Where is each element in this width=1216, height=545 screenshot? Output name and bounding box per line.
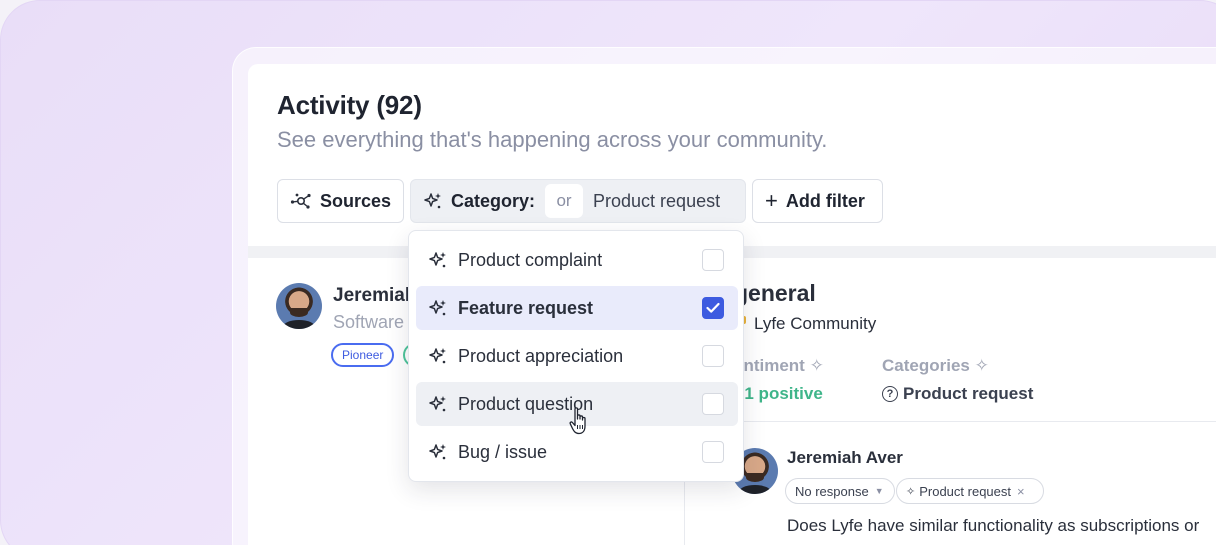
- option-checkbox[interactable]: [702, 393, 724, 415]
- category-label: Category:: [451, 190, 536, 211]
- author-name[interactable]: Jeremiah Aver: [787, 448, 903, 468]
- community-source: Lyfe Community: [734, 314, 876, 334]
- option-checkbox-checked[interactable]: [702, 297, 724, 319]
- chevron-down-icon: ▼: [874, 486, 884, 496]
- plus-icon: +: [765, 188, 778, 213]
- option-label: Bug / issue: [458, 441, 548, 462]
- sparkle-icon: [428, 250, 448, 270]
- sparkle-small-icon: ✧: [974, 356, 989, 375]
- option-checkbox[interactable]: [702, 249, 724, 271]
- message-text: Does Lyfe have similar functionality as …: [787, 516, 1200, 535]
- sources-icon: [290, 193, 311, 209]
- option-label: Product appreciation: [458, 345, 624, 366]
- option-bug-issue[interactable]: Bug / issue: [416, 430, 738, 474]
- add-filter-button[interactable]: + Add filter: [752, 179, 883, 223]
- sparkle-small-icon: ✧: [809, 356, 824, 375]
- sentiment-value: ) 1 positive: [734, 384, 823, 403]
- close-icon[interactable]: ×: [1017, 484, 1025, 499]
- option-checkbox[interactable]: [702, 345, 724, 367]
- option-product-appreciation[interactable]: Product appreciation: [416, 334, 738, 378]
- page-subtitle: See everything that's happening across y…: [277, 127, 828, 152]
- option-feature-request[interactable]: Feature request: [416, 286, 738, 330]
- category-tag[interactable]: ✧ Product request ×: [896, 478, 1044, 504]
- member-name[interactable]: Jeremiah: [333, 285, 416, 307]
- page-title: Activity (92): [277, 90, 422, 120]
- option-label: Product complaint: [458, 249, 603, 270]
- categories-label: Categories ✧: [882, 356, 989, 375]
- option-checkbox[interactable]: [702, 441, 724, 463]
- sparkle-icon: [428, 346, 448, 366]
- checkmark-icon: [706, 302, 720, 313]
- sparkle-small-icon: ✧: [906, 485, 916, 498]
- member-avatar[interactable]: [276, 283, 322, 329]
- option-product-complaint[interactable]: Product complaint: [416, 238, 738, 282]
- option-label: Feature request: [458, 297, 594, 318]
- category-value[interactable]: Product request: [593, 191, 720, 212]
- sparkle-icon: [428, 298, 448, 318]
- sparkle-icon: [428, 394, 448, 414]
- response-status-dropdown[interactable]: No response ▼: [785, 478, 895, 504]
- pioneer-badge: Pioneer: [331, 343, 395, 367]
- category-result: ? Product request: [882, 384, 1033, 404]
- sparkle-icon: [424, 193, 441, 209]
- category-filter-chip[interactable]: Category: or Product request: [410, 179, 746, 223]
- question-icon: ?: [882, 386, 898, 402]
- category-dropdown: Product complaint Feature request Produc…: [408, 230, 744, 482]
- member-role: Software: [333, 312, 405, 332]
- sparkle-icon: [428, 442, 448, 462]
- sources-label: Sources: [320, 190, 392, 211]
- sentiment-label: entiment ✧: [734, 356, 824, 375]
- message-divider: [685, 421, 1216, 422]
- sources-filter-button[interactable]: Sources: [277, 179, 404, 223]
- add-filter-label: Add filter: [785, 190, 865, 211]
- channel-name[interactable]: general: [734, 280, 816, 307]
- hand-cursor-icon: [569, 407, 586, 435]
- community-name: Lyfe Community: [754, 314, 877, 333]
- category-operator[interactable]: or: [545, 184, 584, 218]
